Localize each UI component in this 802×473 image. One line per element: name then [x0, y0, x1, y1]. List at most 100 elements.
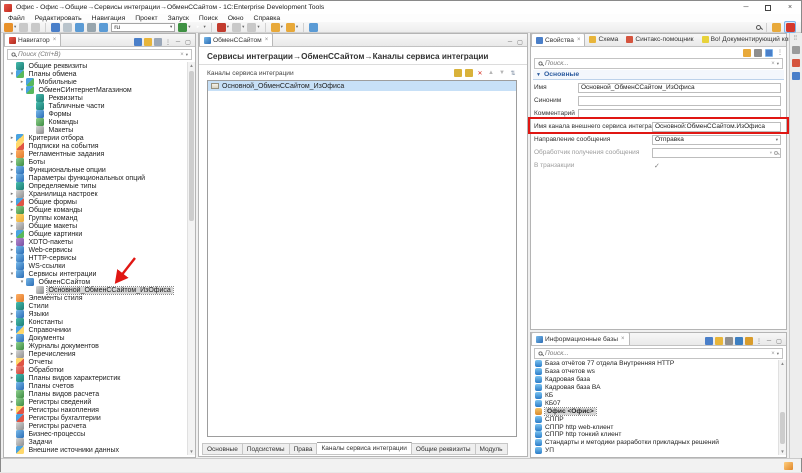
- tree-item[interactable]: Реквизиты: [5, 94, 194, 102]
- chevron-down-icon[interactable]: ▾: [242, 24, 244, 30]
- palette-icon[interactable]: [792, 46, 800, 54]
- collapse-all-icon[interactable]: [134, 38, 142, 46]
- menu-item-5[interactable]: Поиск: [194, 15, 223, 22]
- minimize-icon[interactable]: ─: [765, 337, 773, 345]
- editor-bottom-tab-0[interactable]: Основные: [202, 443, 243, 455]
- expander-closed-icon[interactable]: ▸: [8, 367, 16, 373]
- scroll-down-icon[interactable]: ▼: [779, 448, 786, 455]
- copy-document-icon[interactable]: [75, 23, 84, 32]
- section-main[interactable]: ▼ Основные: [533, 70, 784, 80]
- collapse-all-icon[interactable]: [705, 337, 713, 345]
- chevron-down-icon[interactable]: ▾: [776, 137, 778, 143]
- tree-item[interactable]: ▸Справочники: [5, 326, 194, 334]
- link-with-editor-icon[interactable]: [715, 337, 723, 345]
- channel-list-item[interactable]: Основной_ОбменССайтом_ИзОфиса: [208, 81, 516, 91]
- history-clock-icon[interactable]: [87, 23, 96, 32]
- property-input[interactable]: ▾: [652, 148, 781, 158]
- tree-item[interactable]: ▸Группы команд: [5, 214, 194, 222]
- dock-view-icon[interactable]: [792, 72, 800, 80]
- expander-closed-icon[interactable]: ▸: [8, 151, 16, 157]
- close-icon[interactable]: ×: [621, 336, 625, 342]
- expander-closed-icon[interactable]: ▸: [8, 335, 16, 341]
- menu-item-6[interactable]: Окно: [223, 15, 249, 22]
- scroll-thumb[interactable]: [189, 71, 194, 221]
- search-member-icon[interactable]: [99, 23, 108, 32]
- external-tool-icon[interactable]: ▾: [232, 23, 244, 32]
- property-input[interactable]: Основной:ОбменССайтом.ИзОфиса: [652, 122, 781, 132]
- expander-closed-icon[interactable]: ▸: [8, 351, 16, 357]
- expander-closed-icon[interactable]: ▸: [8, 239, 16, 245]
- close-button[interactable]: ×: [779, 1, 801, 14]
- strip-grip[interactable]: ⣿: [794, 35, 799, 41]
- infobases-scrollbar[interactable]: ▲ ▼: [778, 360, 786, 455]
- chevron-down-icon[interactable]: ▾: [296, 24, 298, 30]
- tree-item[interactable]: ▸Общие формы: [5, 198, 194, 206]
- expander-closed-icon[interactable]: ▸: [8, 399, 16, 405]
- expand-sections-icon[interactable]: [754, 49, 762, 57]
- pointer-icon[interactable]: [63, 23, 72, 32]
- expander-closed-icon[interactable]: ▸: [8, 159, 16, 165]
- expander-closed-icon[interactable]: ▸: [8, 199, 16, 205]
- menu-item-3[interactable]: Проект: [130, 15, 162, 22]
- property-input[interactable]: Основной_ОбменССайтом_ИзОфиса: [578, 83, 781, 93]
- property-input[interactable]: [578, 109, 781, 119]
- tree-item[interactable]: Определяемые типы: [5, 182, 194, 190]
- expander-closed-icon[interactable]: ▸: [8, 247, 16, 253]
- tree-item[interactable]: Основной_ОбменССайтом_ИзОфиса: [5, 286, 194, 294]
- tree-item[interactable]: Планы счетов: [5, 382, 194, 390]
- coverage-icon[interactable]: ▾: [247, 23, 259, 32]
- tree-item[interactable]: Общие реквизиты: [5, 62, 194, 70]
- properties-search-input[interactable]: [545, 60, 769, 67]
- infobase-item[interactable]: База отчетов ws: [532, 368, 785, 376]
- expander-closed-icon[interactable]: ▸: [8, 167, 16, 173]
- pin-properties-icon[interactable]: [765, 49, 773, 57]
- editor-bottom-tab-3[interactable]: Каналы сервиса интеграции: [317, 442, 411, 455]
- open-perspective-icon[interactable]: [772, 23, 781, 32]
- add-icon[interactable]: [454, 69, 462, 77]
- notification-icon[interactable]: [784, 462, 793, 470]
- tree-item[interactable]: ▾ОбменСИнтернетМагазином: [5, 86, 194, 94]
- view-menu-icon[interactable]: ⋮: [164, 38, 172, 46]
- tree-item[interactable]: ▾Сервисы интеграции: [5, 270, 194, 278]
- tree-item[interactable]: Бизнес-процессы: [5, 430, 194, 438]
- expander-closed-icon[interactable]: ▸: [8, 311, 16, 317]
- chevron-down-icon[interactable]: ▾: [186, 52, 188, 58]
- close-icon[interactable]: ×: [53, 37, 57, 43]
- tree-item[interactable]: ▸Критерии отбора: [5, 134, 194, 142]
- tab-syntax-helper[interactable]: Синтакс-помощник: [622, 33, 697, 46]
- expander-closed-icon[interactable]: ▸: [8, 135, 16, 141]
- minimize-button[interactable]: ─: [735, 1, 757, 14]
- menu-item-2[interactable]: Навигация: [87, 15, 131, 22]
- expander-open-icon[interactable]: ▾: [8, 271, 16, 277]
- db-add-icon[interactable]: [735, 337, 743, 345]
- check-configuration-icon[interactable]: [51, 23, 60, 32]
- tree-item[interactable]: WS-ссылки: [5, 262, 194, 270]
- maximize-button[interactable]: [757, 1, 779, 14]
- close-icon[interactable]: ×: [577, 37, 581, 43]
- infobases-search-input[interactable]: [545, 350, 769, 357]
- editor-bottom-tab-1[interactable]: Подсистемы: [243, 443, 290, 455]
- infobase-item[interactable]: СППР http тонкий клиент: [532, 431, 785, 439]
- infobase-item[interactable]: СППР: [532, 415, 785, 423]
- expander-closed-icon[interactable]: ▸: [8, 327, 16, 333]
- expander-closed-icon[interactable]: ▸: [8, 407, 16, 413]
- add-copy-icon[interactable]: [465, 69, 473, 77]
- perspective-1c-icon[interactable]: [784, 21, 796, 33]
- chevron-down-icon[interactable]: ▾: [777, 61, 779, 67]
- clear-search-icon[interactable]: ×: [771, 351, 775, 357]
- tree-item[interactable]: ▾ОбменССайтом: [5, 278, 194, 286]
- editor-bottom-tab-4[interactable]: Общие реквизиты: [412, 443, 476, 455]
- clear-search-icon[interactable]: ×: [771, 61, 775, 67]
- expander-closed-icon[interactable]: ▸: [8, 223, 16, 229]
- tree-item[interactable]: Команды: [5, 118, 194, 126]
- close-icon[interactable]: ×: [265, 37, 269, 43]
- tree-item[interactable]: Внешние источники данных: [5, 446, 194, 454]
- save-all-icon[interactable]: [31, 23, 40, 32]
- menu-item-7[interactable]: Справка: [249, 15, 286, 22]
- menu-item-1[interactable]: Редактировать: [30, 15, 87, 22]
- checkbox-checked-icon[interactable]: ✓: [654, 162, 660, 170]
- tab-navigator[interactable]: Навигатор ×: [4, 33, 61, 46]
- tree-item[interactable]: ▸Общие картинки: [5, 230, 194, 238]
- tab-infobases[interactable]: Информационные базы ×: [531, 332, 630, 345]
- tree-item[interactable]: Табличные части: [5, 102, 194, 110]
